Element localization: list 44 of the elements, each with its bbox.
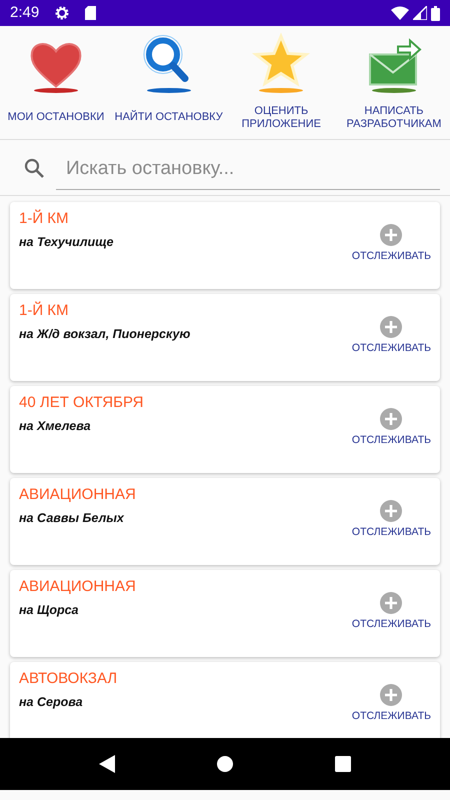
menu-button[interactable]: НАЙТИ ОСТАНОВКУ bbox=[112, 26, 225, 139]
battery-icon bbox=[431, 6, 440, 20]
stop-direction: на Щорса bbox=[19, 602, 80, 619]
stop-name: АВИАЦИОННАЯ bbox=[19, 485, 137, 505]
stop-name: АВТОВОКЗАЛ bbox=[19, 669, 118, 689]
stop-direction: на Техучилище bbox=[19, 234, 114, 251]
stop-name: АВИАЦИОННАЯ bbox=[19, 577, 137, 597]
stop-direction: на Саввы Белых bbox=[19, 510, 125, 526]
stop-name: 40 ЛЕТ ОКТЯБРЯ bbox=[19, 393, 144, 413]
sd-card-icon bbox=[85, 6, 96, 20]
plus-icon bbox=[380, 224, 402, 246]
stop-card[interactable]: АВИАЦИОННАЯ на Саввы Белых ОТСЛЕЖИВАТЬ bbox=[10, 478, 440, 565]
menu-button[interactable]: ОЦЕНИТЬ ПРИЛОЖЕНИЕ bbox=[225, 26, 338, 139]
signal-icon bbox=[413, 6, 427, 20]
home-icon[interactable] bbox=[217, 756, 233, 772]
plus-icon bbox=[380, 408, 402, 430]
track-button[interactable]: ОТСЛЕЖИВАТЬ bbox=[352, 525, 431, 541]
plus-icon bbox=[380, 316, 402, 338]
stop-card[interactable]: АВТОВОКЗАЛ на Серова ОТСЛЕЖИВАТЬ bbox=[10, 662, 440, 738]
menu-button[interactable]: МОИ ОСТАНОВКИ bbox=[0, 26, 112, 139]
search-field[interactable]: Искать остановку... bbox=[56, 144, 440, 190]
menu-button[interactable]: НАПИСАТЬ РАЗРАБОТЧИКАМ bbox=[338, 26, 450, 139]
stop-direction: на Хмелева bbox=[19, 418, 92, 434]
stop-name: 1-Й КМ bbox=[19, 300, 70, 321]
plus-icon bbox=[380, 500, 402, 522]
settings-icon bbox=[55, 6, 70, 20]
track-button[interactable]: ОТСЛЕЖИВАТЬ bbox=[352, 709, 431, 725]
clock: 2:49 bbox=[10, 2, 40, 23]
stop-name: 1-Й КМ bbox=[19, 208, 70, 229]
track-button[interactable]: ОТСЛЕЖИВАТЬ bbox=[352, 433, 431, 449]
track-button[interactable]: ОТСЛЕЖИВАТЬ bbox=[352, 341, 431, 357]
stop-direction: на Ж/д вокзал, Пионерскую bbox=[19, 326, 192, 343]
back-icon[interactable] bbox=[99, 755, 115, 773]
track-button[interactable]: ОТСЛЕЖИВАТЬ bbox=[352, 617, 431, 633]
search-icon bbox=[24, 158, 44, 178]
stop-direction: на Серова bbox=[19, 694, 84, 711]
wifi-icon bbox=[391, 6, 409, 20]
plus-icon bbox=[380, 684, 402, 706]
track-button[interactable]: ОТСЛЕЖИВАТЬ bbox=[352, 249, 431, 265]
stop-card[interactable]: 1-Й КМ на Техучилище ОТСЛЕЖИВАТЬ bbox=[10, 202, 440, 289]
stop-card[interactable]: АВИАЦИОННАЯ на Щорса ОТСЛЕЖИВАТЬ bbox=[10, 570, 440, 657]
stop-card[interactable]: 1-Й КМ на Ж/д вокзал, Пионерскую ОТСЛЕЖИВАТЬ bbox=[10, 294, 440, 381]
stop-card[interactable]: 40 ЛЕТ ОКТЯБРЯ на Хмелева ОТСЛЕЖИВАТЬ bbox=[10, 386, 440, 473]
plus-icon bbox=[380, 592, 402, 614]
